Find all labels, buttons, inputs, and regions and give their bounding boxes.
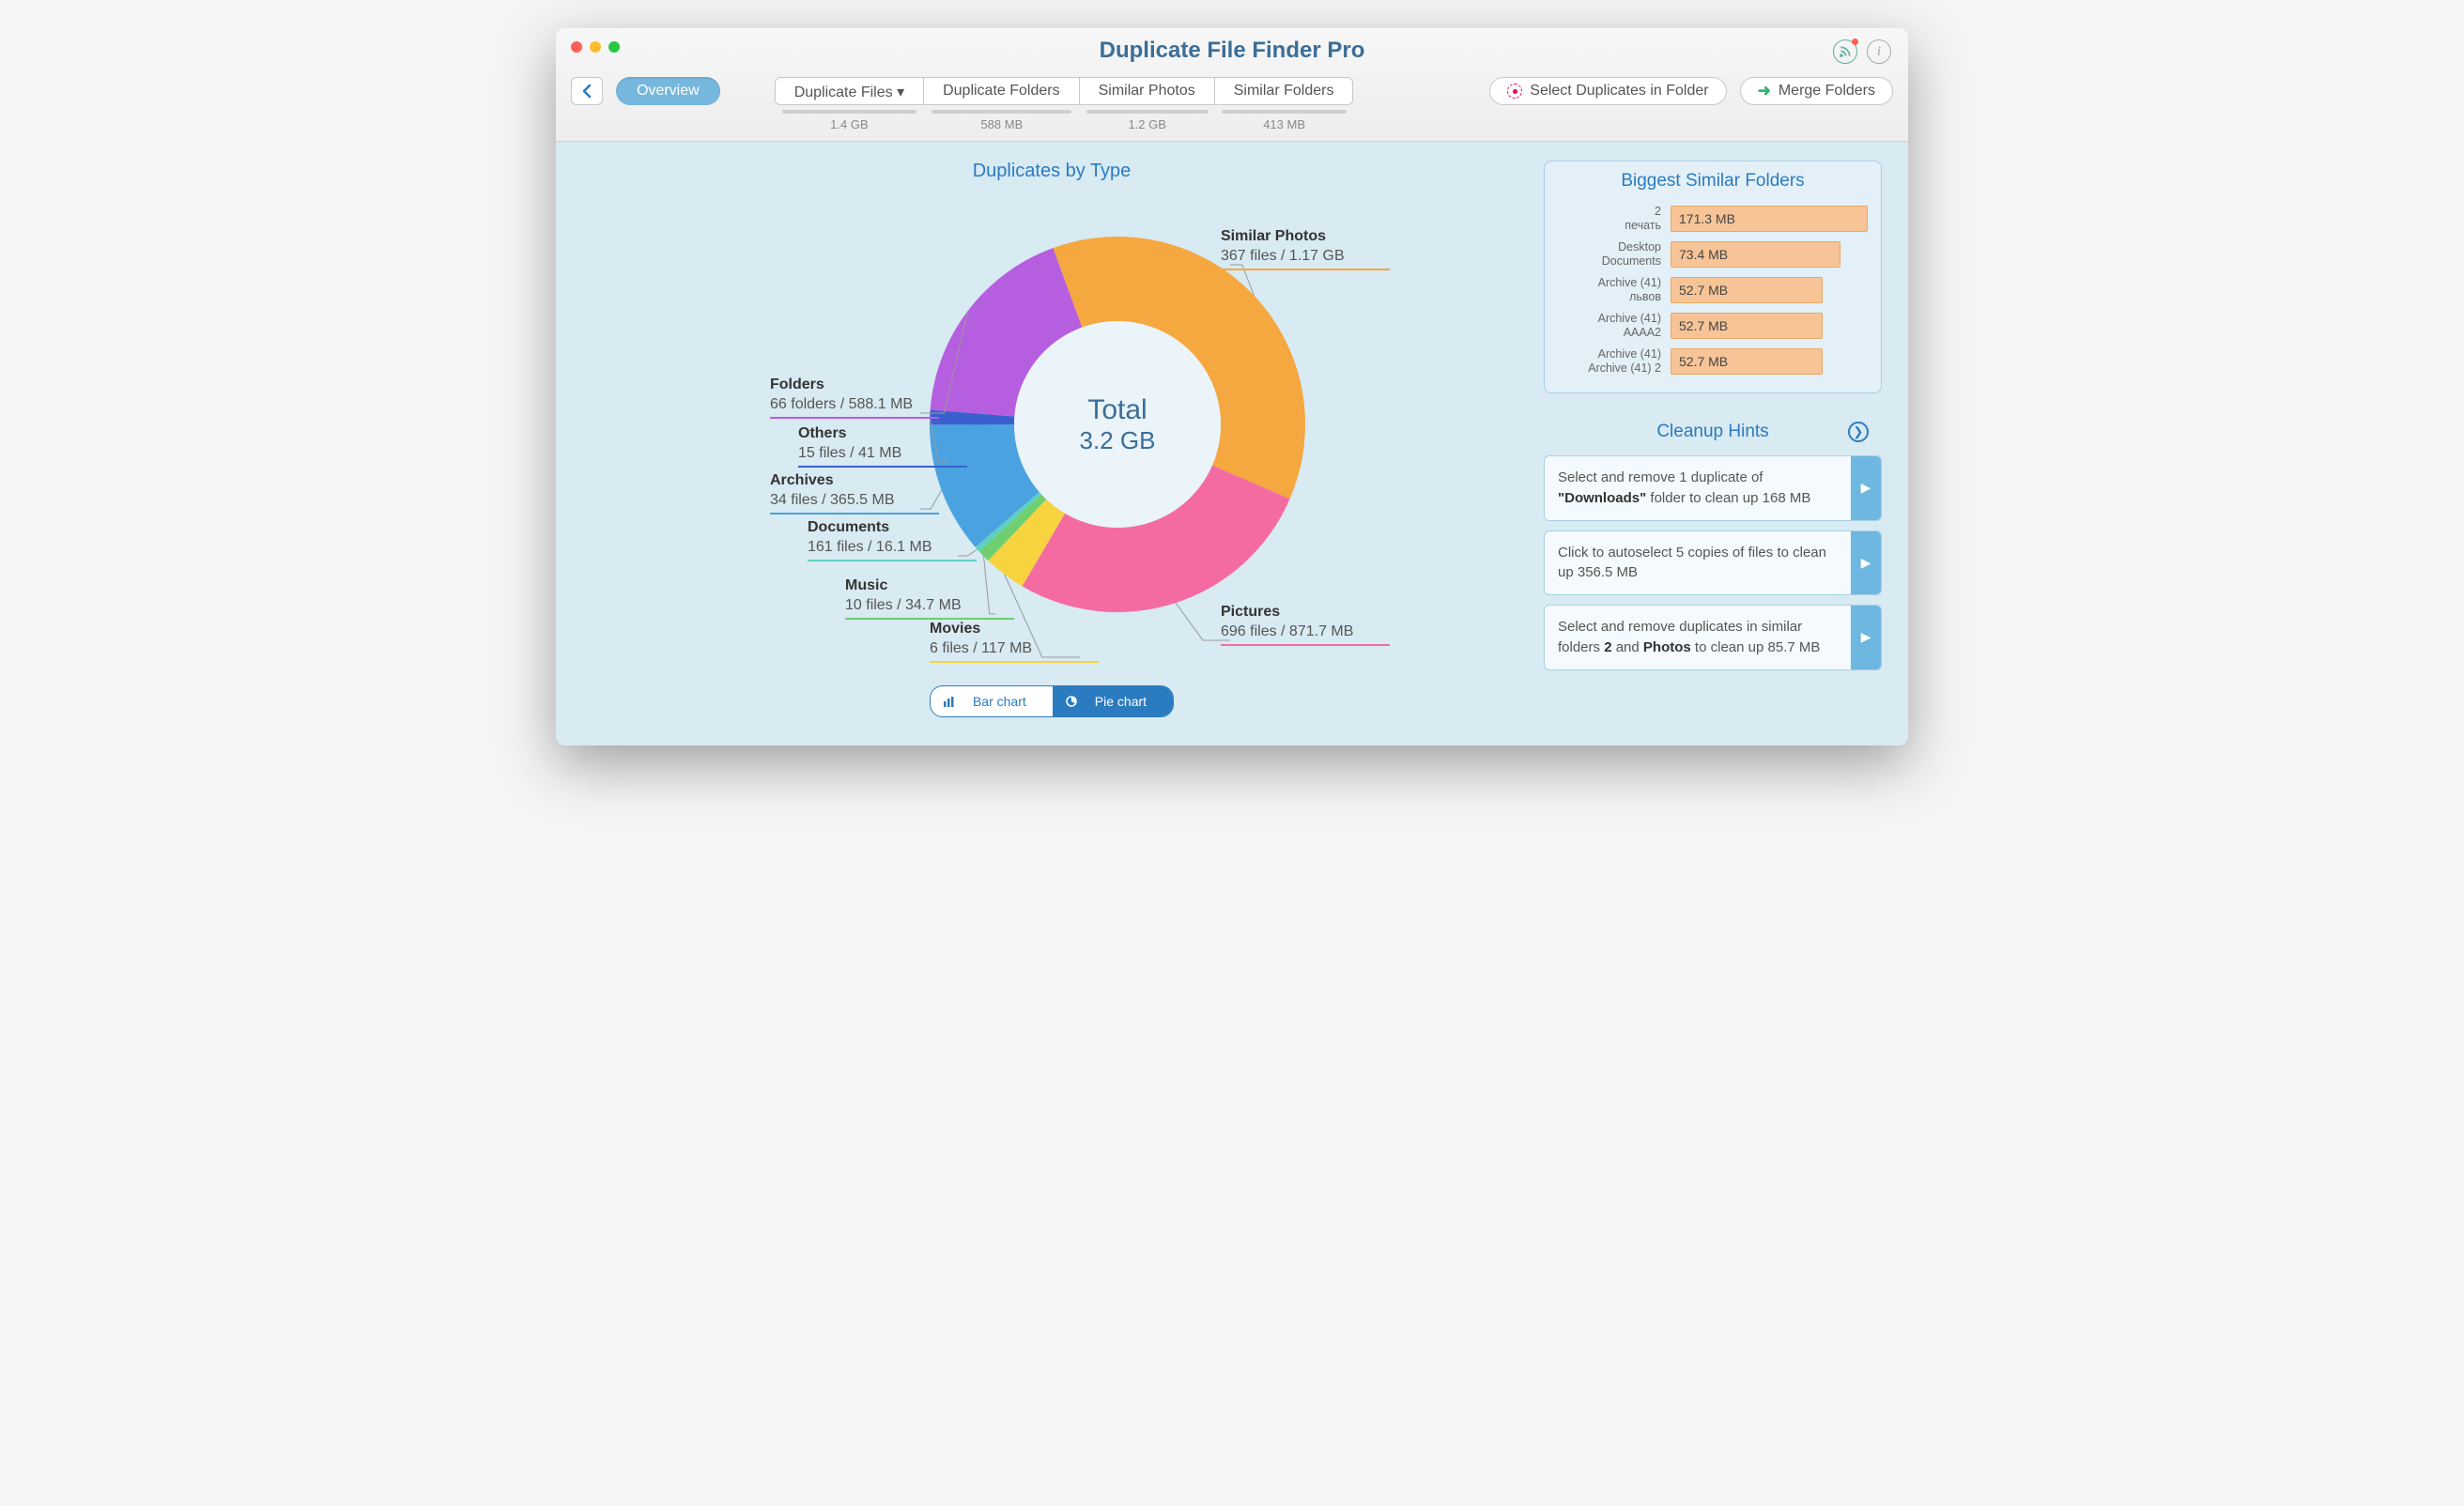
rss-icon[interactable] — [1833, 39, 1857, 64]
slice-label-movies: Movies6 files / 117 MB — [930, 620, 1099, 663]
folder-size-bar: 171.3 MB — [1671, 206, 1868, 232]
select-duplicates-button[interactable]: Select Duplicates in Folder — [1489, 77, 1726, 105]
tab-button[interactable]: Similar Photos — [1080, 77, 1215, 105]
back-button[interactable] — [571, 77, 603, 105]
biggest-similar-panel: Biggest Similar Folders 2печать 171.3 MB… — [1544, 161, 1882, 393]
chevron-left-icon — [581, 84, 593, 99]
side-panel: Biggest Similar Folders 2печать 171.3 MB… — [1544, 161, 1882, 717]
folder-name: DesktopDocuments — [1558, 240, 1661, 269]
chart-toggle: Bar chart Pie chart — [582, 685, 1521, 717]
merge-folders-label: Merge Folders — [1779, 83, 1875, 100]
select-duplicates-label: Select Duplicates in Folder — [1530, 83, 1708, 100]
hint-text: Select and remove duplicates in similar … — [1545, 606, 1851, 669]
target-icon — [1507, 84, 1522, 99]
folder-size-bar: 73.4 MB — [1671, 241, 1840, 268]
pie-chart-icon — [1066, 696, 1077, 707]
folder-name: 2печать — [1558, 205, 1661, 233]
donut-svg — [930, 237, 1305, 612]
slice-label-others: Others15 files / 41 MB — [798, 424, 967, 468]
slice-label-folders: Folders66 folders / 588.1 MB — [770, 376, 939, 419]
tab-progress-bar — [782, 110, 916, 114]
folder-row[interactable]: DesktopDocuments 73.4 MB — [1545, 237, 1881, 272]
folder-name: Archive (41)Archive (41) 2 — [1558, 347, 1661, 376]
chart-title: Duplicates by Type — [582, 161, 1521, 182]
cleanup-hint[interactable]: Click to autoselect 5 copies of files to… — [1544, 530, 1882, 596]
donut-chart: Total 3.2 GB Similar Photos367 files / 1… — [667, 199, 1437, 668]
cleanup-hints-title: Cleanup Hints — [1578, 414, 1848, 450]
app-title: Duplicate File Finder Pro — [1100, 38, 1365, 63]
toolbar: Overview Duplicate Files ▾1.4 GBDuplicat… — [556, 71, 1908, 141]
tab-similar-folders: Similar Folders 413 MB — [1215, 77, 1354, 131]
folder-row[interactable]: Archive (41)Archive (41) 2 52.7 MB — [1545, 344, 1881, 379]
info-icon[interactable]: i — [1867, 39, 1891, 64]
cleanup-hint[interactable]: Select and remove 1 duplicate of "Downlo… — [1544, 455, 1882, 521]
tab-similar-photos: Similar Photos 1.2 GB — [1080, 77, 1215, 131]
main-content: Duplicates by Type Total 3.2 GB Similar … — [556, 142, 1908, 745]
biggest-similar-title: Biggest Similar Folders — [1545, 161, 1881, 201]
slice-label-pictures: Pictures696 files / 871.7 MB — [1221, 603, 1390, 646]
tab-progress-bar — [1222, 110, 1347, 114]
tab-size-label: 588 MB — [980, 117, 1023, 131]
tab-group: Duplicate Files ▾ 1.4 GB Duplicate Folders… — [775, 77, 1354, 131]
pie-chart-toggle[interactable]: Pie chart — [1053, 686, 1173, 716]
tab-duplicate-folders: Duplicate Folders 588 MB — [924, 77, 1080, 131]
tab-button[interactable]: Duplicate Files ▾ — [775, 77, 924, 105]
play-icon: ▶ — [1851, 456, 1881, 520]
overview-button[interactable]: Overview — [616, 77, 720, 105]
bar-chart-icon — [944, 697, 955, 707]
folder-row[interactable]: 2печать 171.3 MB — [1545, 201, 1881, 237]
chart-area: Duplicates by Type Total 3.2 GB Similar … — [582, 161, 1521, 717]
tab-progress-bar — [932, 110, 1071, 114]
bar-chart-toggle[interactable]: Bar chart — [931, 686, 1053, 716]
hint-text: Click to autoselect 5 copies of files to… — [1545, 531, 1851, 595]
slice-label-documents: Documents161 files / 16.1 MB — [808, 518, 977, 561]
hint-text: Select and remove 1 duplicate of "Downlo… — [1545, 456, 1851, 520]
tab-button[interactable]: Duplicate Folders — [924, 77, 1080, 105]
cleanup-hints-panel: Cleanup Hints ❯ Select and remove 1 dupl… — [1544, 414, 1882, 680]
tab-size-label: 1.4 GB — [830, 117, 868, 131]
play-icon: ▶ — [1851, 606, 1881, 669]
tab-size-label: 413 MB — [1263, 117, 1305, 131]
slice-label-archives: Archives34 files / 365.5 MB — [770, 471, 939, 515]
folder-name: Archive (41)львов — [1558, 276, 1661, 304]
tab-progress-bar — [1086, 110, 1209, 114]
folder-row[interactable]: Archive (41)AAAA2 52.7 MB — [1545, 308, 1881, 344]
app-window: Duplicate File Finder Pro i Overview Dup… — [556, 28, 1908, 745]
tab-size-label: 1.2 GB — [1128, 117, 1165, 131]
folder-size-bar: 52.7 MB — [1671, 313, 1823, 339]
titlebar: Duplicate File Finder Pro i Overview Dup… — [556, 28, 1908, 142]
chevron-right-icon[interactable]: ❯ — [1848, 422, 1869, 442]
slice-label-music: Music10 files / 34.7 MB — [845, 576, 1014, 620]
merge-icon: ➜ — [1758, 82, 1771, 100]
merge-folders-button[interactable]: ➜ Merge Folders — [1740, 77, 1893, 105]
folder-name: Archive (41)AAAA2 — [1558, 312, 1661, 340]
tab-duplicate-files: Duplicate Files ▾ 1.4 GB — [775, 77, 924, 131]
cleanup-hint[interactable]: Select and remove duplicates in similar … — [1544, 605, 1882, 670]
slice-label-similar-photos: Similar Photos367 files / 1.17 GB — [1221, 227, 1390, 270]
folder-size-bar: 52.7 MB — [1671, 277, 1823, 303]
play-icon: ▶ — [1851, 531, 1881, 595]
tab-button[interactable]: Similar Folders — [1215, 77, 1354, 105]
folder-size-bar: 52.7 MB — [1671, 348, 1823, 375]
folder-row[interactable]: Archive (41)львов 52.7 MB — [1545, 272, 1881, 308]
